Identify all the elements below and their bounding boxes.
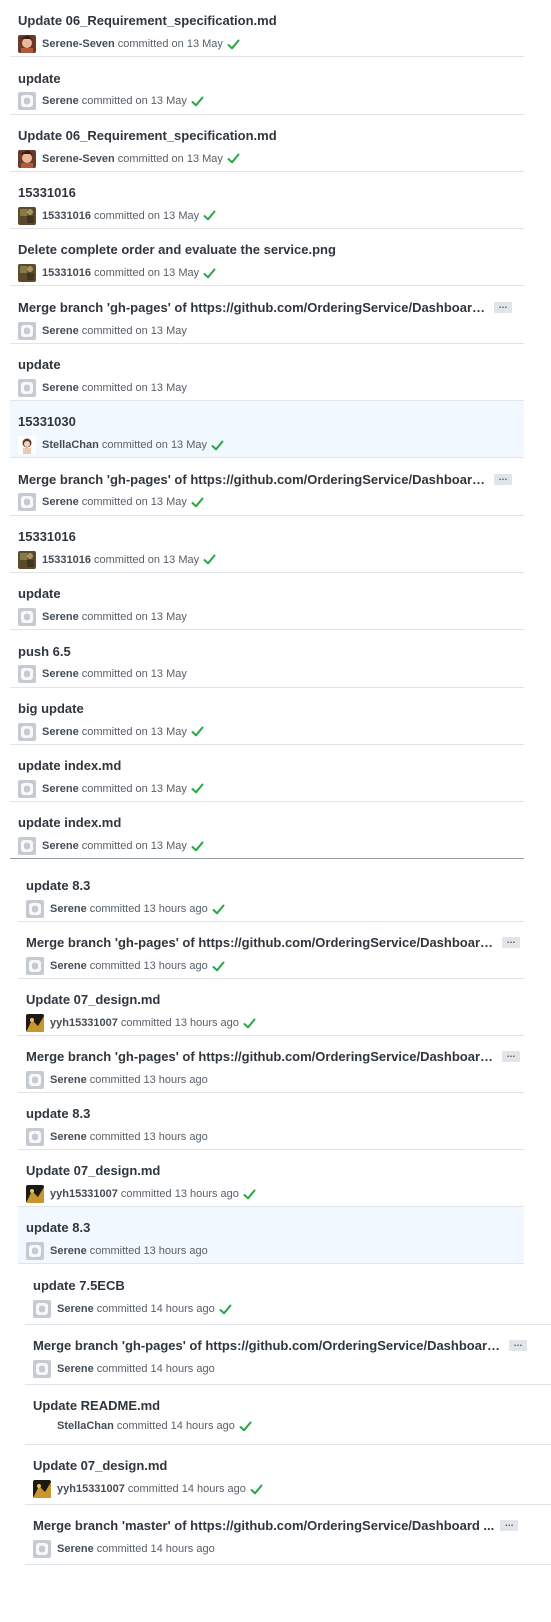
commit-time: committed 14 hours ago	[96, 1543, 215, 1555]
commit-time: committed 14 hours ago	[96, 1303, 215, 1315]
commit-time: committed 14 hours ago	[96, 1363, 215, 1375]
commit-item[interactable]: Update README.md StellaChan committed 14 h…	[25, 1385, 551, 1445]
author-avatar[interactable]	[33, 1300, 51, 1318]
commit-title-link[interactable]: update 7.5ECB	[33, 1278, 125, 1293]
check-icon[interactable]	[239, 1421, 252, 1432]
commit-time: committed 14 hours ago	[116, 1420, 235, 1433]
author-avatar[interactable]	[33, 1480, 51, 1498]
commit-title-link[interactable]: Update README.md	[33, 1398, 160, 1413]
commit-group: update 7.5ECB Serene committed 14 hours ag…	[0, 0, 551, 1622]
commit-author-link[interactable]: Serene	[57, 1543, 94, 1555]
commit-author-link[interactable]: StellaChan	[57, 1420, 114, 1432]
commit-time: committed 14 hours ago	[127, 1483, 246, 1495]
commit-title-link[interactable]: Merge branch 'master' of https://github.…	[33, 1518, 494, 1533]
commit-item[interactable]: update 7.5ECB Serene committed 14 hours ag…	[25, 1265, 551, 1325]
commit-item[interactable]: Merge branch 'gh-pages' of https://githu…	[25, 1325, 551, 1385]
expand-message-button[interactable]: …	[500, 1519, 519, 1532]
check-icon[interactable]	[219, 1304, 232, 1315]
expand-message-button[interactable]: …	[509, 1339, 527, 1352]
commit-author-link[interactable]: Serene	[57, 1303, 94, 1315]
commit-author-link[interactable]: Serene	[57, 1363, 94, 1375]
author-avatar[interactable]	[33, 1540, 51, 1558]
commit-title-link[interactable]: Update 07_design.md	[33, 1458, 167, 1473]
commit-item[interactable]: Merge branch 'master' of https://github.…	[25, 1505, 551, 1565]
commit-item[interactable]: Update 07_design.md yyh15331007 committed …	[25, 1445, 551, 1505]
commit-title-link[interactable]: Merge branch 'gh-pages' of https://githu…	[33, 1338, 503, 1353]
commit-author-link[interactable]: yyh15331007	[57, 1483, 125, 1495]
check-icon[interactable]	[250, 1484, 263, 1495]
author-avatar[interactable]	[33, 1360, 51, 1378]
